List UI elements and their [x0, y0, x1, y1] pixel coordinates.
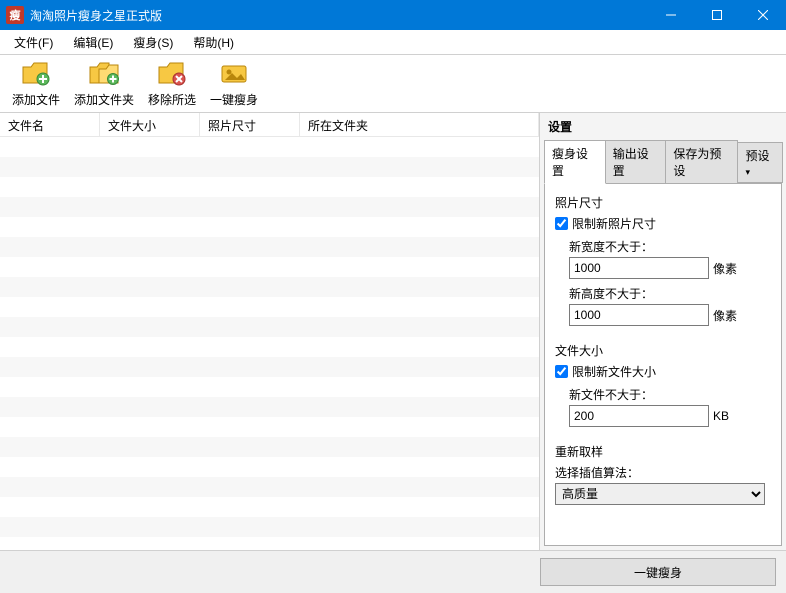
list-row — [0, 517, 539, 537]
toolbar: 添加文件 添加文件夹 移除所选 一键瘦身 — [0, 55, 786, 113]
minimize-button[interactable] — [648, 0, 694, 30]
new-height-input[interactable] — [569, 304, 709, 326]
menu-file[interactable]: 文件(F) — [4, 31, 63, 54]
one-click-slim-button[interactable]: 一键瘦身 — [204, 57, 264, 110]
new-width-input[interactable] — [569, 257, 709, 279]
col-photosize[interactable]: 照片尺寸 — [200, 113, 300, 136]
algo-label: 选择插值算法： — [555, 464, 771, 481]
maximize-button[interactable] — [694, 0, 740, 30]
tab-output-settings[interactable]: 输出设置 — [605, 140, 667, 184]
add-folder-label: 添加文件夹 — [74, 91, 134, 108]
list-row — [0, 197, 539, 217]
list-row — [0, 377, 539, 397]
list-row — [0, 157, 539, 177]
list-row — [0, 317, 539, 337]
run-one-click-button[interactable]: 一键瘦身 — [540, 558, 776, 586]
limit-photo-size-checkbox[interactable] — [555, 217, 568, 230]
remove-selected-button[interactable]: 移除所选 — [142, 57, 202, 110]
remove-selected-icon — [157, 59, 187, 89]
add-file-label: 添加文件 — [12, 91, 60, 108]
group-file-size: 文件大小 限制新文件大小 新文件不大于： KB — [555, 342, 771, 427]
list-row — [0, 497, 539, 517]
list-row — [0, 177, 539, 197]
close-button[interactable] — [740, 0, 786, 30]
list-row — [0, 477, 539, 497]
group-photo-size: 照片尺寸 限制新照片尺寸 新宽度不大于： 像素 新高度不大于： — [555, 194, 771, 326]
list-row — [0, 137, 539, 157]
list-row — [0, 417, 539, 437]
one-click-slim-icon — [219, 59, 249, 89]
list-row — [0, 297, 539, 317]
list-row — [0, 277, 539, 297]
titlebar: 瘦 淘淘照片瘦身之星正式版 — [0, 0, 786, 30]
new-filesize-input[interactable] — [569, 405, 709, 427]
tab-preset-dropdown[interactable]: 预设 — [737, 142, 783, 183]
menu-edit[interactable]: 编辑(E) — [63, 31, 123, 54]
tab-save-preset[interactable]: 保存为预设 — [665, 140, 738, 184]
list-row — [0, 337, 539, 357]
add-folder-icon — [89, 59, 119, 89]
limit-file-size-checkbox[interactable] — [555, 365, 568, 378]
menubar: 文件(F) 编辑(E) 瘦身(S) 帮助(H) — [0, 30, 786, 55]
footer: 一键瘦身 — [0, 551, 786, 593]
list-row — [0, 357, 539, 377]
col-filesize[interactable]: 文件大小 — [100, 113, 200, 136]
width-unit: 像素 — [713, 260, 737, 277]
menu-help[interactable]: 帮助(H) — [183, 31, 244, 54]
list-row — [0, 457, 539, 477]
col-filename[interactable]: 文件名 — [0, 113, 100, 136]
list-row — [0, 237, 539, 257]
filesize-unit: KB — [713, 409, 729, 423]
settings-title: 设置 — [540, 113, 786, 140]
file-list-panel: 文件名 文件大小 照片尺寸 所在文件夹 — [0, 113, 540, 550]
algo-select[interactable]: 高质量 — [555, 483, 765, 505]
file-size-title: 文件大小 — [555, 342, 771, 359]
list-rows[interactable] — [0, 137, 539, 550]
new-filesize-label: 新文件不大于： — [569, 386, 771, 403]
list-row — [0, 437, 539, 457]
settings-panel: 设置 瘦身设置 输出设置 保存为预设 预设 照片尺寸 限制新照片尺寸 新宽度不大… — [540, 113, 786, 550]
app-icon: 瘦 — [6, 6, 24, 24]
group-resample: 重新取样 选择插值算法： 高质量 — [555, 443, 771, 505]
add-file-icon — [21, 59, 51, 89]
one-click-slim-label: 一键瘦身 — [210, 91, 258, 108]
tab-slim-settings[interactable]: 瘦身设置 — [544, 140, 606, 184]
tab-body: 照片尺寸 限制新照片尺寸 新宽度不大于： 像素 新高度不大于： — [544, 183, 782, 546]
list-row — [0, 217, 539, 237]
list-header: 文件名 文件大小 照片尺寸 所在文件夹 — [0, 113, 539, 137]
limit-photo-size-label: 限制新照片尺寸 — [572, 215, 656, 232]
window-title: 淘淘照片瘦身之星正式版 — [30, 7, 648, 24]
new-height-label: 新高度不大于： — [569, 285, 771, 302]
add-file-button[interactable]: 添加文件 — [6, 57, 66, 110]
list-row — [0, 397, 539, 417]
col-folder[interactable]: 所在文件夹 — [300, 113, 539, 136]
photo-size-title: 照片尺寸 — [555, 194, 771, 211]
resample-title: 重新取样 — [555, 443, 771, 460]
menu-slim[interactable]: 瘦身(S) — [123, 31, 183, 54]
limit-file-size-label: 限制新文件大小 — [572, 363, 656, 380]
remove-selected-label: 移除所选 — [148, 91, 196, 108]
new-width-label: 新宽度不大于： — [569, 238, 771, 255]
list-row — [0, 257, 539, 277]
add-folder-button[interactable]: 添加文件夹 — [68, 57, 140, 110]
height-unit: 像素 — [713, 307, 737, 324]
settings-tabs: 瘦身设置 输出设置 保存为预设 预设 — [540, 140, 786, 184]
